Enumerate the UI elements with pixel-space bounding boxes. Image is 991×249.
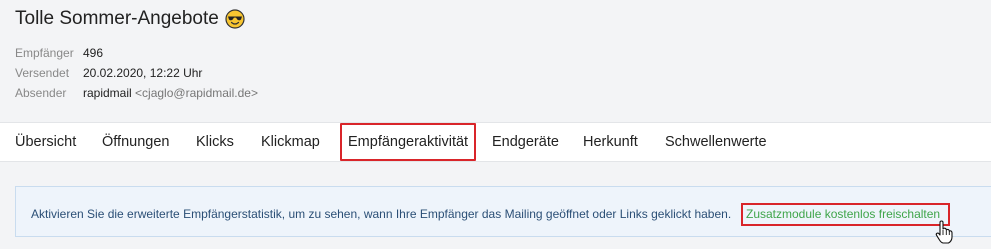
- meta-value: 496: [83, 46, 104, 60]
- meta-value: rapidmail: [83, 86, 132, 100]
- tab-opens[interactable]: Öffnungen: [102, 123, 169, 161]
- tab-origin[interactable]: Herkunft: [583, 123, 638, 161]
- meta-row-sender: Absender rapidmail <cjaglo@rapidmail.de>: [15, 83, 258, 103]
- sender-email: <cjaglo@rapidmail.de>: [132, 83, 258, 103]
- tab-recipient-activity[interactable]: Empfängeraktivität: [340, 123, 477, 161]
- meta-row-recipients: Empfänger 496: [15, 43, 258, 63]
- tab-devices[interactable]: Endgeräte: [492, 123, 559, 161]
- meta-row-sent: Versendet 20.02.2020, 12:22 Uhr: [15, 63, 258, 83]
- sender-email-address: <cjaglo@rapidmail.de>: [135, 86, 258, 100]
- notice-text: Aktivieren Sie die erweiterte Empfängers…: [31, 207, 732, 221]
- hand-pointer-cursor-icon: [935, 220, 953, 244]
- meta-label: Empfänger: [15, 46, 74, 60]
- meta-label: Versendet: [15, 66, 70, 80]
- tab-clicks[interactable]: Klicks: [196, 123, 234, 161]
- unlock-addons-link[interactable]: Zusatzmodule kostenlos freischalten: [746, 207, 940, 221]
- tab-thresholds[interactable]: Schwellenwerte: [665, 123, 767, 161]
- tab-clickmap[interactable]: Klickmap: [261, 123, 320, 161]
- statistics-tab-bar: Übersicht Öffnungen Klicks Klickmap Empf…: [0, 122, 991, 162]
- mailing-header: Tolle Sommer-Angebote Empfänger 496 Vers…: [0, 0, 991, 122]
- meta-value: 20.02.2020, 12:22 Uhr: [83, 66, 203, 80]
- smiling-face-with-sunglasses-icon: [225, 9, 245, 29]
- mailing-title: Tolle Sommer-Angebote: [15, 8, 219, 29]
- tab-overview[interactable]: Übersicht: [15, 123, 76, 161]
- mailing-meta: Empfänger 496 Versendet 20.02.2020, 12:2…: [15, 43, 258, 103]
- meta-label: Absender: [15, 86, 67, 100]
- mailing-title-row: Tolle Sommer-Angebote: [15, 8, 245, 30]
